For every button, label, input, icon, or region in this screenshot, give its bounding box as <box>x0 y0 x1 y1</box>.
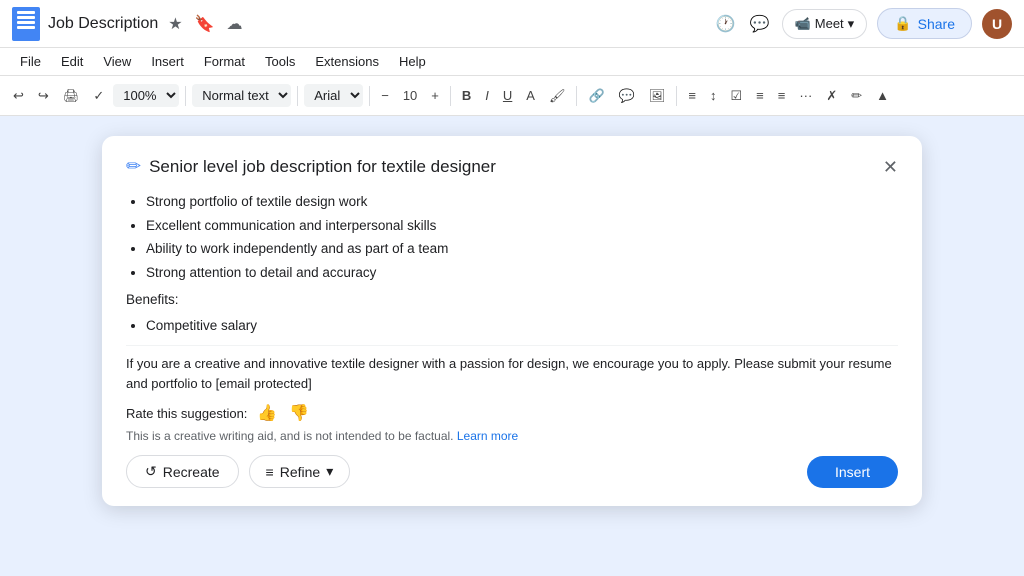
menu-bar: File Edit View Insert Format Tools Exten… <box>0 48 1024 76</box>
doc-icon <box>12 7 40 41</box>
benefits-list: Competitive salary Comprehensive benefit… <box>146 315 894 335</box>
print-button[interactable]: 🖨 <box>58 85 85 107</box>
disclaimer: This is a creative writing aid, and is n… <box>126 429 898 443</box>
title-right: 🕐 💬 📹 Meet ▾ 🔒 Share U <box>714 8 1012 39</box>
title-left: Job Description ★ 🔖 ☁ <box>12 7 245 41</box>
toolbar-divider-2 <box>297 86 298 106</box>
refine-button[interactable]: ≡ Refine ▾ <box>249 455 351 488</box>
thumbs-up-button[interactable]: 👍 <box>255 401 279 425</box>
rating-label: Rate this suggestion: <box>126 406 247 421</box>
benefits-label: Benefits: <box>126 289 894 311</box>
checklist-button[interactable]: ☑ <box>725 85 747 107</box>
toolbar-divider-6 <box>676 86 677 106</box>
skills-list: Strong portfolio of textile design work … <box>146 191 894 283</box>
redo-button[interactable]: ↪ <box>33 85 54 107</box>
disclaimer-text: This is a creative writing aid, and is n… <box>126 429 454 443</box>
menu-edit[interactable]: Edit <box>53 52 91 71</box>
meet-button[interactable]: 📹 Meet ▾ <box>782 9 868 39</box>
list-item: Competitive salary <box>146 315 894 335</box>
underline-button[interactable]: U <box>498 85 517 106</box>
meet-chevron-icon: ▾ <box>848 16 855 32</box>
text-style-select[interactable]: Normal text <box>192 84 291 107</box>
ai-panel: ✏ Senior level job description for texti… <box>102 136 922 506</box>
more-button[interactable]: ··· <box>794 85 817 106</box>
ai-content: Strong portfolio of textile design work … <box>126 191 898 335</box>
thumbs-down-button[interactable]: 👎 <box>287 401 311 425</box>
action-row: ↺ Recreate ≡ Refine ▾ Insert <box>126 455 898 488</box>
history-icon[interactable]: 🕐 <box>714 12 738 36</box>
format-clear-button[interactable]: ✗ <box>821 85 842 107</box>
menu-insert[interactable]: Insert <box>143 52 192 71</box>
share-label: Share <box>918 16 955 32</box>
list-item: Strong portfolio of textile design work <box>146 191 894 213</box>
menu-tools[interactable]: Tools <box>257 52 303 71</box>
align-button[interactable]: ≡ <box>683 85 701 106</box>
recreate-button[interactable]: ↺ Recreate <box>126 455 239 488</box>
menu-view[interactable]: View <box>95 52 139 71</box>
action-left: ↺ Recreate ≡ Refine ▾ <box>126 455 350 488</box>
recreate-icon: ↺ <box>145 463 157 480</box>
title-bar: Job Description ★ 🔖 ☁ 🕐 💬 📹 Meet ▾ 🔒 Sha… <box>0 0 1024 48</box>
toolbar: ↩ ↪ 🖨 ✓ 100% Normal text Arial − 10 + B … <box>0 76 1024 116</box>
menu-format[interactable]: Format <box>196 52 253 71</box>
bookmark-icon[interactable]: 🔖 <box>193 12 217 36</box>
avatar[interactable]: U <box>982 9 1012 39</box>
ai-panel-title-text: Senior level job description for textile… <box>149 157 496 177</box>
recreate-label: Recreate <box>163 464 220 480</box>
font-size-display: 10 <box>398 85 422 106</box>
bullet-list-button[interactable]: ≡ <box>751 85 769 106</box>
close-button[interactable]: ✕ <box>883 158 898 176</box>
lock-icon: 🔒 <box>894 15 911 32</box>
closing-text: If you are a creative and innovative tex… <box>126 354 898 393</box>
meet-icon: 📹 <box>795 16 811 32</box>
font-select[interactable]: Arial <box>304 84 363 107</box>
ai-wand-icon: ✏ <box>126 156 141 177</box>
list-item: Strong attention to detail and accuracy <box>146 262 894 284</box>
ai-footer: If you are a creative and innovative tex… <box>126 345 898 488</box>
menu-help[interactable]: Help <box>391 52 434 71</box>
menu-extensions[interactable]: Extensions <box>307 52 387 71</box>
collapse-button[interactable]: ▲ <box>871 85 894 106</box>
ai-panel-header: ✏ Senior level job description for texti… <box>126 156 898 177</box>
meet-label: Meet <box>815 16 844 31</box>
bold-button[interactable]: B <box>457 85 476 106</box>
learn-more-link[interactable]: Learn more <box>457 429 518 443</box>
ai-panel-title: ✏ Senior level job description for texti… <box>126 156 496 177</box>
toolbar-divider-1 <box>185 86 186 106</box>
comment-button[interactable]: 💬 <box>614 85 640 107</box>
toolbar-divider-5 <box>576 86 577 106</box>
link-button[interactable]: 🔗 <box>583 85 609 107</box>
zoom-select[interactable]: 100% <box>113 84 179 107</box>
drawing-button[interactable]: ✏ <box>846 85 867 107</box>
refine-icon: ≡ <box>266 464 274 480</box>
undo-button[interactable]: ↩ <box>8 85 29 107</box>
share-button[interactable]: 🔒 Share <box>877 8 972 39</box>
line-spacing-button[interactable]: ↕ <box>705 85 722 106</box>
doc-area: ✏ Senior level job description for texti… <box>0 116 1024 576</box>
rating-row: Rate this suggestion: 👍 👎 <box>126 401 898 425</box>
refine-chevron-icon: ▾ <box>326 463 333 480</box>
star-icon[interactable]: ★ <box>166 12 184 36</box>
chat-icon[interactable]: 💬 <box>748 12 772 36</box>
numbered-list-button[interactable]: ≡ <box>773 85 791 106</box>
insert-button[interactable]: Insert <box>807 456 898 488</box>
font-size-decrease-button[interactable]: − <box>376 85 394 106</box>
highlight-button[interactable]: 🖌 <box>544 85 571 107</box>
toolbar-divider-4 <box>450 86 451 106</box>
refine-label: Refine <box>280 464 320 480</box>
image-button[interactable]: 🖼 <box>644 85 671 107</box>
spellcheck-button[interactable]: ✓ <box>88 85 109 107</box>
doc-title: Job Description <box>48 15 158 33</box>
list-item: Excellent communication and interpersona… <box>146 215 894 237</box>
list-item: Ability to work independently and as par… <box>146 238 894 260</box>
toolbar-divider-3 <box>369 86 370 106</box>
cloud-icon[interactable]: ☁ <box>225 12 245 36</box>
font-size-increase-button[interactable]: + <box>426 85 444 106</box>
text-color-button[interactable]: A <box>521 85 540 106</box>
menu-file[interactable]: File <box>12 52 49 71</box>
italic-button[interactable]: I <box>480 85 494 106</box>
